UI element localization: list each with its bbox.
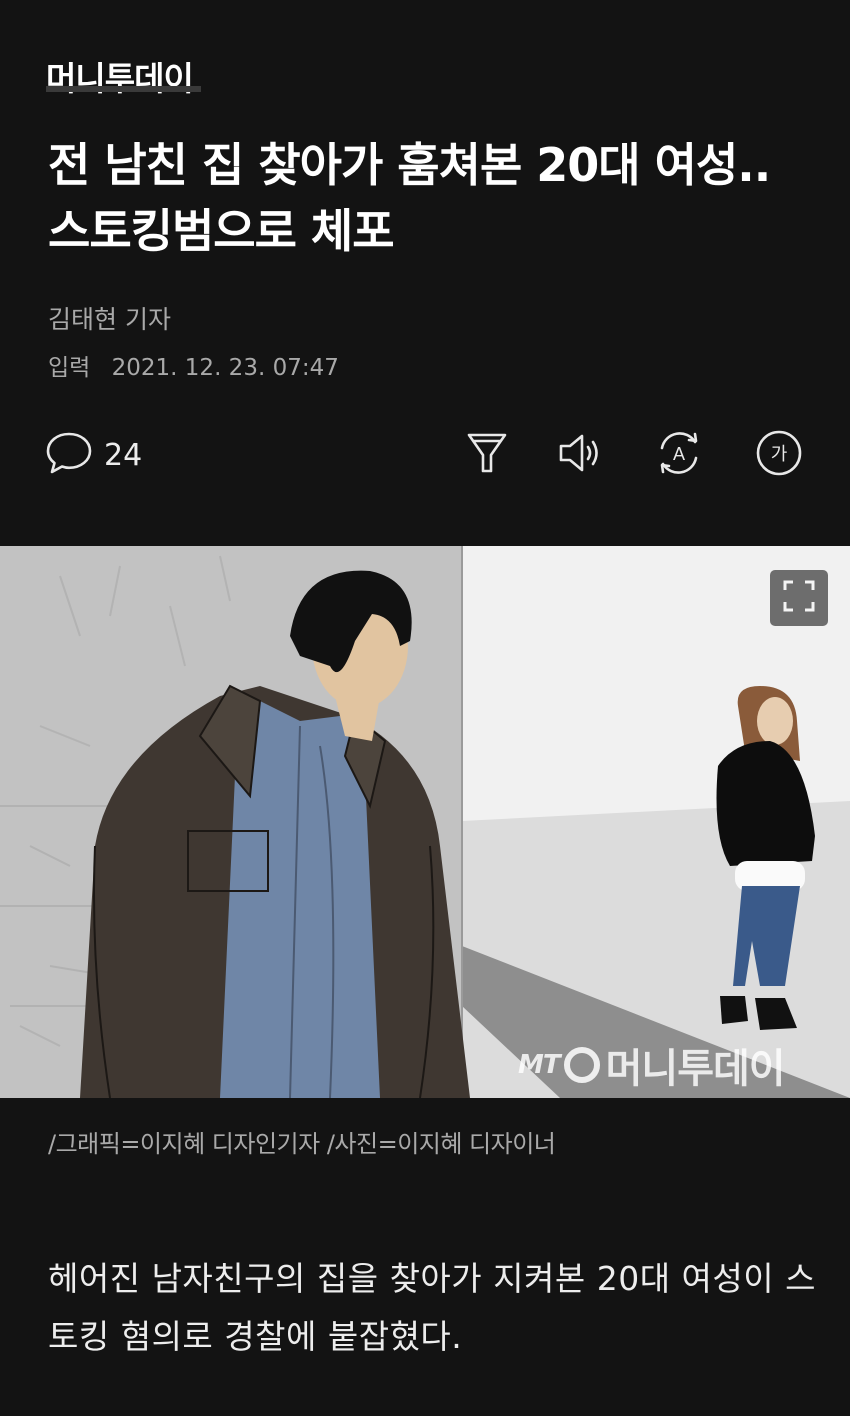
font-size-icon: 가	[753, 427, 805, 483]
press-logo-underline	[46, 86, 201, 92]
image-caption: /그래픽=이지혜 디자인기자 /사진=이지혜 디자이너	[48, 1130, 556, 1158]
translate-icon: A	[653, 427, 705, 483]
font-size-glyph: 가	[771, 444, 788, 465]
published-time: 2021. 12. 23. 07:47	[111, 355, 339, 381]
watermark-text: 머니투데이	[605, 1046, 786, 1092]
translate-glyph: A	[673, 444, 685, 464]
article-toolbar: 24 A 가	[44, 424, 810, 486]
font-size-button[interactable]: 가	[752, 428, 806, 482]
watermark-logo-icon	[563, 1047, 600, 1083]
article-hero-image[interactable]: MT 머니투데이	[0, 546, 850, 1098]
comment-icon	[44, 428, 94, 482]
watermark-mt: MT	[518, 1050, 561, 1080]
listen-button[interactable]	[554, 428, 608, 482]
recommend-button[interactable]	[460, 428, 514, 482]
translate-button[interactable]: A	[652, 428, 706, 482]
article-body: 헤어진 남자친구의 집을 찾아가 지켜본 20대 여성이 스토킹 혐의로 경찰에…	[48, 1259, 816, 1356]
image-watermark: MT 머니투데이	[518, 1036, 786, 1094]
comment-count: 24	[104, 437, 143, 473]
published-label: 입력	[48, 355, 91, 381]
comment-button[interactable]: 24	[44, 428, 142, 482]
filter-icon	[461, 427, 513, 483]
press-logo[interactable]: 머니투데이	[46, 52, 194, 100]
published-info: 입력 2021. 12. 23. 07:47	[48, 348, 339, 382]
expand-icon	[782, 579, 816, 617]
hero-illustration	[0, 546, 850, 1098]
speaker-icon	[555, 427, 607, 483]
article-headline: 전 남친 집 찾아가 훔쳐본 20대 여성..스토킹범으로 체포	[48, 138, 771, 258]
reporter-name[interactable]: 김태현 기자	[48, 300, 171, 336]
expand-image-button[interactable]	[770, 570, 828, 626]
